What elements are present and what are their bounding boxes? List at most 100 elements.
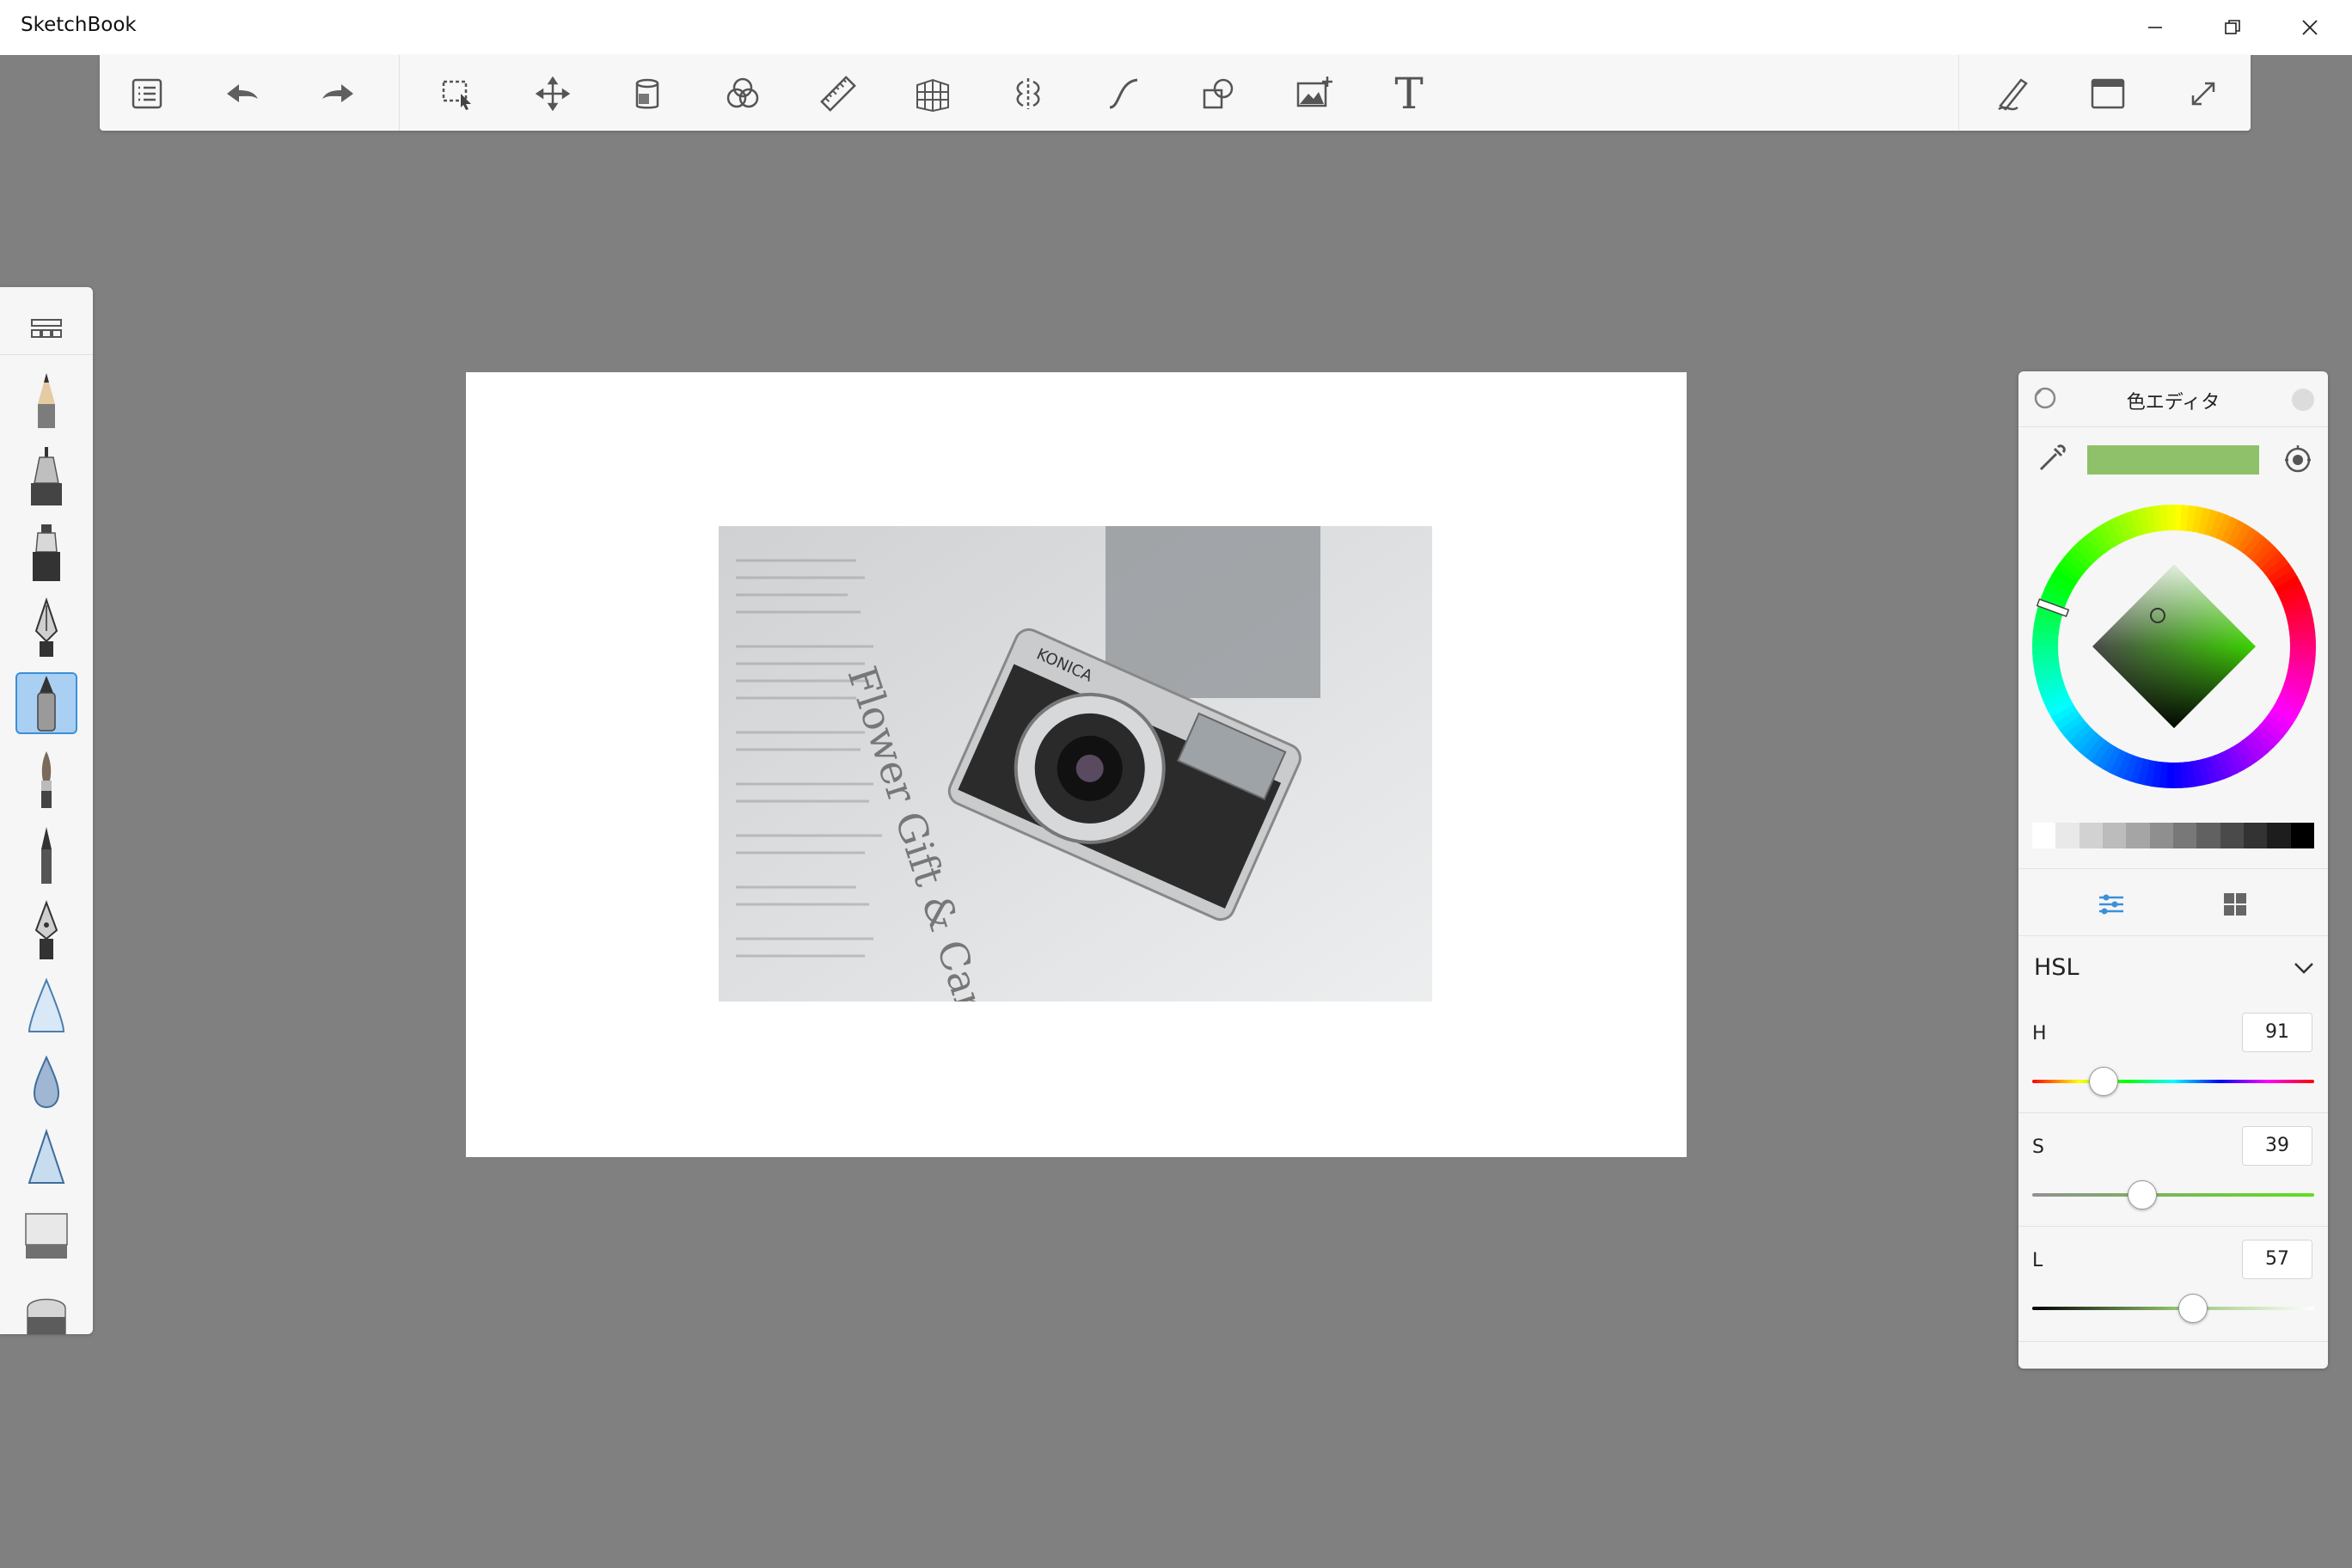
color-mode-label: HSL — [2034, 954, 2079, 981]
move-transform-icon — [535, 76, 571, 112]
grayscale-swatch[interactable] — [2172, 823, 2197, 848]
window-title: SketchBook — [21, 14, 137, 36]
text-tool-button[interactable]: T — [1382, 67, 1436, 120]
ruler-button[interactable] — [812, 67, 865, 120]
color-puck-icon[interactable] — [2282, 444, 2314, 476]
grayscale-swatch[interactable] — [2220, 823, 2244, 848]
pencil-icon — [38, 373, 55, 428]
selection-tool-button[interactable] — [431, 67, 484, 120]
perspective-icon — [916, 78, 949, 113]
grayscale-swatch[interactable] — [2126, 823, 2150, 848]
shapes-button[interactable] — [1191, 67, 1245, 120]
brush-library-icon — [31, 319, 62, 338]
selection-icon — [442, 80, 471, 110]
ballpoint-pen-brush[interactable] — [15, 597, 77, 658]
fullscreen-icon — [2191, 82, 2215, 106]
airbrush-brush[interactable] — [15, 975, 77, 1037]
placed-photo[interactable]: Flower Gift & Card S KONICA — [719, 526, 1432, 1001]
layer-blend-button[interactable] — [716, 67, 769, 120]
color-mode-dropdown[interactable]: HSL — [2018, 937, 2328, 999]
fountain-pen-brush[interactable] — [15, 899, 77, 961]
grayscale-swatch[interactable] — [2149, 823, 2173, 848]
marker-icon — [33, 524, 60, 581]
toolbar-separator — [399, 55, 400, 131]
hue-label: H — [2032, 1023, 2047, 1044]
fine-pen-icon — [41, 827, 52, 884]
swatches-grid-icon[interactable] — [2218, 887, 2252, 922]
close-button[interactable] — [2271, 0, 2349, 55]
grayscale-swatch[interactable] — [2055, 823, 2079, 848]
panel-divider — [2018, 1112, 2328, 1113]
lightness-value-input[interactable]: 57 — [2242, 1240, 2312, 1279]
chevron-down-icon — [2294, 963, 2313, 974]
lightness-slider-thumb[interactable] — [2177, 1294, 2208, 1323]
saturation-slider-track[interactable] — [2032, 1193, 2314, 1197]
fine-pen-brush[interactable] — [15, 824, 77, 885]
technical-pen-brush[interactable] — [15, 445, 77, 507]
symmetry-button[interactable] — [1001, 67, 1055, 120]
paint-brush[interactable] — [15, 748, 77, 810]
grayscale-swatches[interactable] — [2032, 823, 2314, 848]
ui-toggle-icon — [2091, 78, 2125, 109]
undo-icon — [227, 84, 258, 102]
layer-blend-icon — [726, 77, 759, 108]
panel-close-button[interactable] — [2292, 389, 2314, 411]
undo-button[interactable] — [216, 67, 269, 120]
drawing-canvas[interactable]: Flower Gift & Card S KONICA — [466, 372, 1687, 1157]
color-editor-panel: 色エディタ HSL H 91 S 39 L 57 — [2018, 371, 2328, 1369]
hue-slider-track[interactable] — [2032, 1080, 2314, 1083]
panel-divider — [2018, 1226, 2328, 1227]
paint-brush-icon — [41, 751, 52, 808]
soft-eraser-brush[interactable] — [15, 1277, 77, 1339]
eyedropper-icon[interactable] — [2036, 444, 2067, 475]
add-image-icon — [1296, 77, 1332, 107]
grayscale-swatch[interactable] — [2267, 823, 2291, 848]
grayscale-swatch[interactable] — [2079, 823, 2103, 848]
current-color-swatch[interactable] — [2087, 445, 2259, 475]
saturation-slider-thumb[interactable] — [2127, 1180, 2157, 1210]
camera-photo-image: Flower Gift & Card S KONICA — [719, 526, 1432, 1001]
minimize-button[interactable] — [2116, 0, 2194, 55]
color-wheel[interactable] — [2032, 505, 2316, 788]
ink-pen-icon — [37, 676, 56, 732]
pencil-brush[interactable] — [15, 370, 77, 432]
fullscreen-button[interactable] — [2177, 67, 2230, 120]
grayscale-swatch[interactable] — [2243, 823, 2268, 848]
grayscale-swatch[interactable] — [2102, 823, 2127, 848]
water-drop-brush[interactable] — [15, 1050, 77, 1112]
brush-library-button[interactable] — [22, 308, 70, 351]
hue-value-input[interactable]: 91 — [2242, 1013, 2312, 1052]
stroke-curve-button[interactable] — [1097, 67, 1150, 120]
main-toolbar: T — [100, 55, 2251, 131]
grayscale-swatch[interactable] — [2290, 823, 2314, 848]
ui-toggle-button[interactable] — [2081, 67, 2135, 120]
toolbar-separator — [1958, 55, 1959, 131]
hard-airbrush-icon — [28, 1128, 65, 1184]
restore-button[interactable] — [2194, 0, 2271, 55]
copy-paste-icon — [635, 78, 659, 109]
minimize-icon — [2148, 27, 2162, 28]
hard-airbrush-brush[interactable] — [15, 1126, 77, 1188]
brush-settings-button[interactable] — [1986, 67, 2039, 120]
eraser-block-brush[interactable] — [15, 1202, 77, 1264]
grayscale-swatch[interactable] — [2032, 823, 2056, 848]
technical-pen-icon — [31, 447, 62, 505]
copy-paste-button[interactable] — [621, 67, 674, 120]
menu-button[interactable] — [120, 67, 174, 120]
perspective-button[interactable] — [906, 67, 959, 120]
palette-divider — [0, 354, 93, 355]
ink-pen-brush[interactable] — [15, 672, 77, 734]
redo-button[interactable] — [311, 67, 364, 120]
panel-divider — [2018, 426, 2328, 427]
move-tool-button[interactable] — [526, 67, 579, 120]
sliders-view-icon[interactable] — [2094, 887, 2128, 922]
stroke-curve-icon — [1109, 78, 1138, 109]
hue-slider-thumb[interactable] — [2088, 1067, 2118, 1096]
hue-ring-segment[interactable] — [2166, 505, 2176, 531]
marker-brush[interactable] — [15, 521, 77, 583]
grayscale-swatch[interactable] — [2196, 823, 2220, 848]
saturation-value-input[interactable]: 39 — [2242, 1126, 2312, 1166]
lightness-slider-track[interactable] — [2032, 1307, 2314, 1310]
title-bar: SketchBook — [0, 0, 2352, 55]
add-image-button[interactable] — [1287, 67, 1340, 120]
